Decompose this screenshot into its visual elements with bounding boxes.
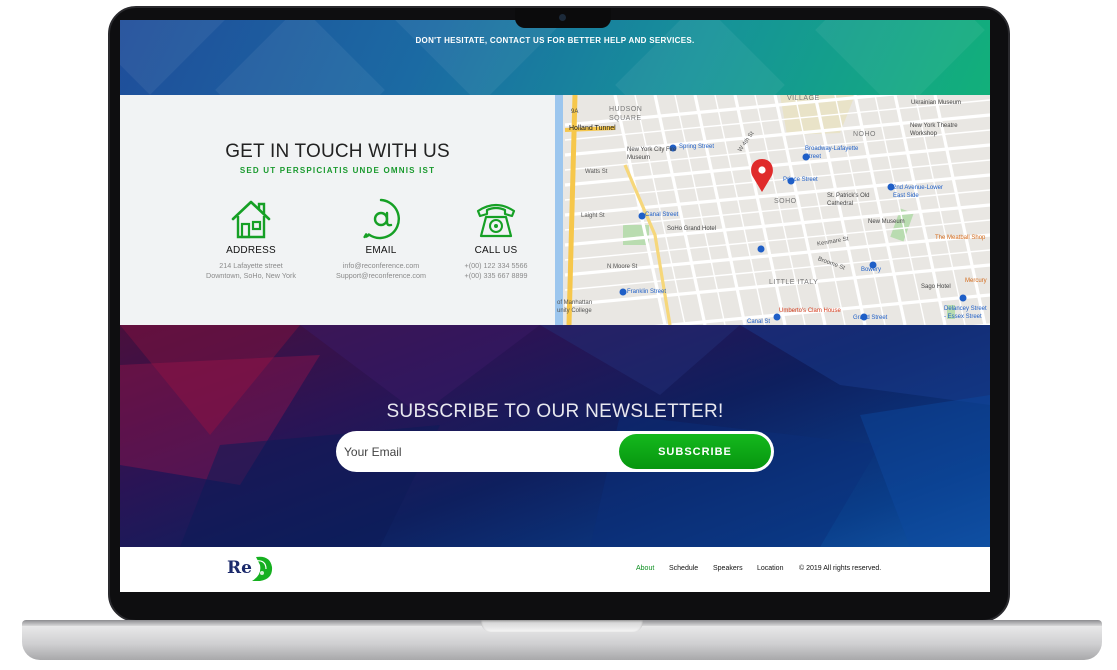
banner-pattern (815, 20, 985, 95)
email-label: EMAIL (365, 245, 397, 256)
banner-pattern (395, 20, 565, 95)
map-label: Franklin Street (627, 289, 667, 295)
banner-pattern (215, 20, 385, 95)
banner-pattern (120, 20, 235, 95)
email-line-1[interactable]: info@reconference.com (321, 261, 441, 271)
map-label: Canal Street (645, 212, 679, 218)
map-label: Sago Hotel (921, 284, 951, 290)
subscribe-button[interactable]: SUBSCRIBE (619, 434, 771, 469)
map-label: New York City Fire Museum (627, 147, 677, 161)
footer: Re About Schedule Speakers Location © 20… (120, 547, 990, 592)
email-block: EMAIL info@reconference.com Support@reco… (321, 197, 441, 281)
map-label: Prince Street (783, 177, 818, 183)
map-label: Mercury (965, 278, 987, 284)
laptop-opening-groove (481, 620, 643, 632)
email-line-2[interactable]: Support@reconference.com (321, 271, 441, 281)
map-label: NOHO (853, 131, 876, 138)
phone-line-1[interactable]: +(00) 122 334 5566 (436, 261, 556, 271)
map-label: of Manhattan unity College (557, 300, 593, 314)
map-label: The Meatball Shop (935, 235, 986, 241)
reconference-logo[interactable]: Re (226, 555, 274, 583)
footer-nav-location[interactable]: Location (757, 565, 783, 572)
contact-banner: DON'T HESITATE, CONTACT US FOR BETTER HE… (120, 20, 990, 95)
newsletter-form: SUBSCRIBE (336, 431, 774, 472)
screen-notch (515, 8, 611, 28)
map-label: 9A (571, 109, 579, 115)
map-label: St. Patrick's Old Cathedral (827, 193, 870, 207)
address-line-2: Downtown, SoHo, New York (206, 271, 296, 280)
footer-nav-schedule[interactable]: Schedule (669, 565, 698, 572)
river (555, 95, 563, 325)
map-label: Spring Street (679, 144, 715, 150)
contact-title: GET IN TOUCH WITH US (225, 141, 450, 162)
map-label: Ukrainian Museum (911, 100, 962, 106)
map-label: 2nd Avenue-Lower East Side (893, 185, 943, 199)
map-label: VILLAGE (787, 95, 820, 102)
copyright-text: © 2019 All rights reserved. (799, 565, 882, 572)
map-label: New York Theatre Workshop (910, 123, 958, 137)
laptop-mockup: DON'T HESITATE, CONTACT US FOR BETTER HE… (0, 0, 1117, 670)
contact-subtitle: SED UT PERSPICIATIS UNDE OMNIS IST (239, 166, 436, 175)
map-label: Umberto's Clam House (779, 308, 841, 314)
map-label: New Museum (868, 219, 905, 225)
map-label: Delancey Street - Essex Street (944, 306, 987, 320)
address-block: ADDRESS 214 Lafayette street Downtown, S… (191, 197, 311, 281)
screen: DON'T HESITATE, CONTACT US FOR BETTER HE… (120, 20, 990, 592)
newsletter-section: SUBSCRIBE TO OUR NEWSLETTER! SUBSCRIBE (120, 325, 990, 547)
banner-text: DON'T HESITATE, CONTACT US FOR BETTER HE… (415, 36, 695, 45)
address-line-1: 214 Lafayette street (219, 261, 283, 270)
location-map[interactable]: HUDSON SQUARE Holland Tunnel 9A New York… (555, 95, 990, 325)
contact-section: GET IN TOUCH WITH US SED UT PERSPICIATIS… (120, 95, 555, 325)
map-label: Bowery (861, 267, 882, 273)
map-label: Laight St (581, 213, 605, 219)
footer-nav-speakers[interactable]: Speakers (713, 565, 743, 572)
call-block: CALL US +(00) 122 334 5566 +(00) 335 667… (436, 197, 556, 281)
phone-line-2[interactable]: +(00) 335 667 8899 (436, 271, 556, 281)
map-label: SoHo Grand Hotel (667, 226, 717, 232)
map-label: HUDSON SQUARE (609, 106, 643, 122)
newsletter-title: SUBSCRIBE TO OUR NEWSLETTER! (386, 401, 724, 422)
map-label: Grand Street (853, 315, 888, 321)
map-label: Broadway-Lafayette Street (805, 146, 859, 160)
map-label: Watts St (585, 169, 608, 175)
logo-text: Re (227, 558, 252, 578)
telephone-icon (476, 203, 516, 238)
address-label: ADDRESS (226, 245, 276, 256)
footer-nav-about[interactable]: About (636, 565, 654, 572)
house-icon (231, 200, 271, 239)
email-input[interactable] (338, 433, 618, 470)
camera-icon (559, 14, 566, 21)
map-label: N Moore St (607, 264, 638, 270)
email-at-icon (362, 198, 400, 240)
map-label: SOHO (774, 198, 797, 205)
map-label: Holland Tunnel (569, 125, 616, 132)
map-label: LITTLE ITALY (769, 279, 819, 286)
call-label: CALL US (474, 245, 518, 256)
banner-pattern (615, 20, 785, 95)
